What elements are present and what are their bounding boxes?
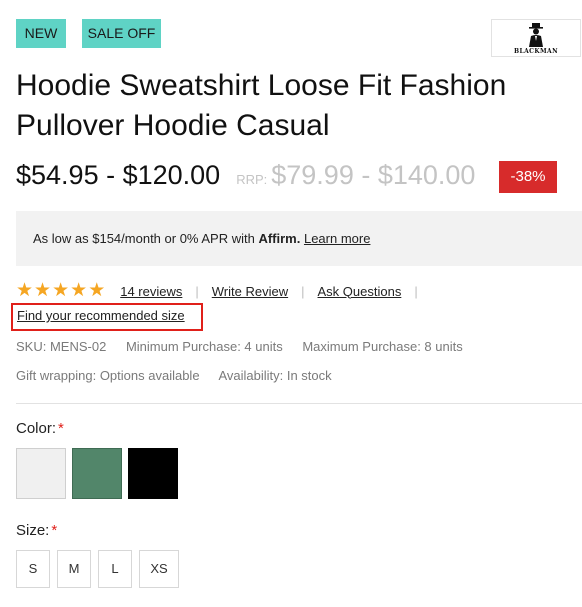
size-option-xs[interactable]: XS <box>139 550 179 588</box>
rrp-price: $79.99 - $140.00 <box>271 160 476 190</box>
size-option-l[interactable]: L <box>98 550 132 588</box>
color-label: Color: * <box>16 420 64 437</box>
man-in-hat-logo-icon <box>529 23 543 47</box>
color-swatch-white[interactable] <box>16 448 66 499</box>
color-swatch-black[interactable] <box>128 448 178 499</box>
size-label: Size: * <box>16 522 57 539</box>
reviews-link[interactable]: 14 reviews <box>120 284 182 299</box>
discount-badge: -38% <box>499 161 557 193</box>
divider <box>16 403 582 404</box>
separator: | <box>414 283 418 299</box>
availability: Availability: In stock <box>218 368 332 383</box>
star-icon: ★ <box>70 280 89 301</box>
gift-wrapping: Gift wrapping: Options available <box>16 368 200 383</box>
product-title: Hoodie Sweatshirt Loose Fit Fashion Pull… <box>16 69 507 142</box>
product-meta-row-1: SKU: MENS-02 Minimum Purchase: 4 units M… <box>16 339 479 354</box>
star-icon: ★ <box>34 280 53 301</box>
star-icon: ★ <box>88 280 107 301</box>
star-icon: ★ <box>52 280 71 301</box>
rating-row: ★★★★★ 14 reviews | Write Review | Ask Qu… <box>16 281 431 301</box>
required-mark: * <box>51 522 58 539</box>
maximum-purchase: Maximum Purchase: 8 units <box>302 339 463 354</box>
required-mark: * <box>58 420 64 437</box>
size-label-text: Size: <box>16 522 50 539</box>
star-icon: ★ <box>16 280 35 301</box>
star-rating[interactable]: ★★★★★ <box>16 281 106 301</box>
size-option-s[interactable]: S <box>16 550 50 588</box>
brand-logo[interactable]: BLACKMAN <box>491 19 581 57</box>
new-badge: NEW <box>16 19 66 48</box>
affirm-text: As low as $154/month or 0% APR with <box>33 231 259 246</box>
ask-questions-link[interactable]: Ask Questions <box>318 284 402 299</box>
affirm-learn-more-link[interactable]: Learn more <box>304 231 370 246</box>
separator: | <box>195 283 199 299</box>
price-row: $54.95 - $120.00 RRP: $79.99 - $140.00 <box>16 160 475 196</box>
color-swatch-green[interactable] <box>72 448 122 499</box>
find-size-highlight: Find your recommended size <box>11 303 203 331</box>
brand-name: BLACKMAN <box>514 48 558 55</box>
affirm-banner: As low as $154/month or 0% APR with Affi… <box>16 211 582 266</box>
minimum-purchase: Minimum Purchase: 4 units <box>125 339 283 354</box>
product-meta-row-2: Gift wrapping: Options available Availab… <box>16 368 348 383</box>
find-recommended-size-link[interactable]: Find your recommended size <box>17 308 185 323</box>
color-label-text: Color: <box>16 420 57 437</box>
separator: | <box>301 283 305 299</box>
size-option-m[interactable]: M <box>57 550 91 588</box>
sale-badge: SALE OFF <box>82 19 161 48</box>
affirm-brand: Affirm. <box>258 231 301 246</box>
write-review-link[interactable]: Write Review <box>212 284 288 299</box>
price: $54.95 - $120.00 <box>16 160 221 190</box>
sku: SKU: MENS-02 <box>16 339 107 354</box>
rrp-label: RRP: <box>236 172 268 187</box>
